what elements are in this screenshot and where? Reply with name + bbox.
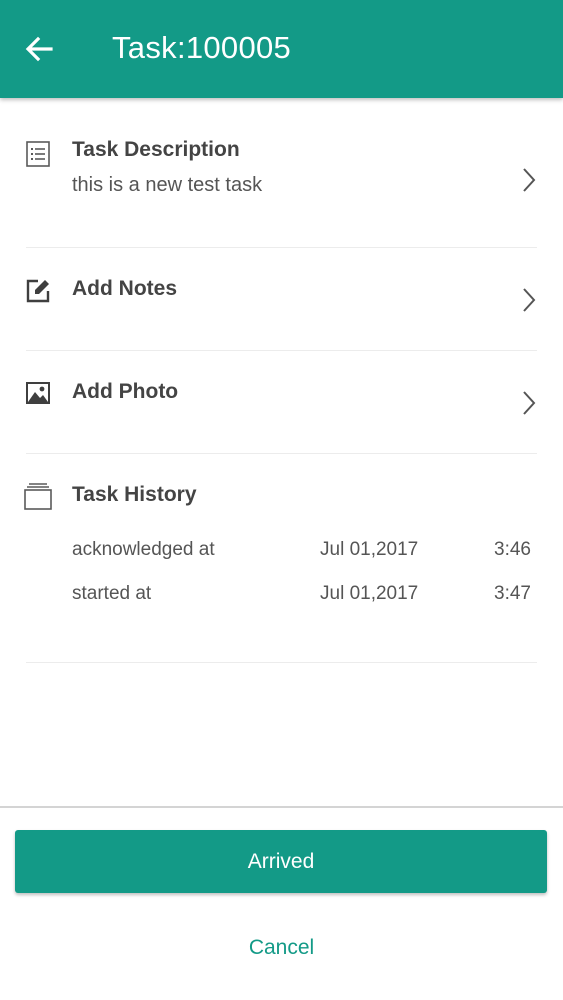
arrow-left-icon	[25, 36, 53, 62]
add-notes-title: Add Notes	[72, 277, 177, 300]
image-icon	[22, 377, 54, 409]
chevron-right-icon	[523, 391, 536, 415]
arrived-button[interactable]: Arrived	[15, 830, 547, 893]
bottom-divider	[0, 806, 563, 808]
history-time: 3:46	[494, 539, 531, 560]
list-icon	[22, 138, 54, 170]
history-row: started at Jul 01,2017 3:47	[0, 583, 563, 613]
add-notes-row[interactable]: Add Notes	[0, 250, 563, 350]
history-date: Jul 01,2017	[320, 583, 419, 604]
history-row: acknowledged at Jul 01,2017 3:46	[0, 539, 563, 569]
chevron-right-icon	[523, 168, 536, 192]
divider	[26, 350, 537, 351]
add-photo-title: Add Photo	[72, 380, 179, 403]
history-icon	[22, 480, 54, 512]
add-photo-row[interactable]: Add Photo	[0, 353, 563, 453]
task-history-title: Task History	[72, 483, 197, 506]
divider	[26, 453, 537, 454]
chevron-right-icon	[523, 288, 536, 312]
task-description-row[interactable]: Task Description this is a new test task	[0, 110, 563, 248]
edit-icon	[22, 275, 54, 307]
history-time: 3:47	[494, 583, 531, 604]
divider	[26, 662, 537, 663]
divider	[26, 247, 537, 248]
history-date: Jul 01,2017	[320, 539, 419, 560]
history-label: acknowledged at	[72, 539, 215, 560]
cancel-button[interactable]: Cancel	[180, 925, 383, 971]
back-button[interactable]	[18, 28, 60, 70]
history-label: started at	[72, 583, 152, 604]
task-description-value: this is a new test task	[72, 174, 263, 196]
task-description-title: Task Description	[72, 138, 240, 161]
page-title: Task:100005	[112, 30, 292, 65]
app-bar: Task:100005	[0, 0, 563, 98]
